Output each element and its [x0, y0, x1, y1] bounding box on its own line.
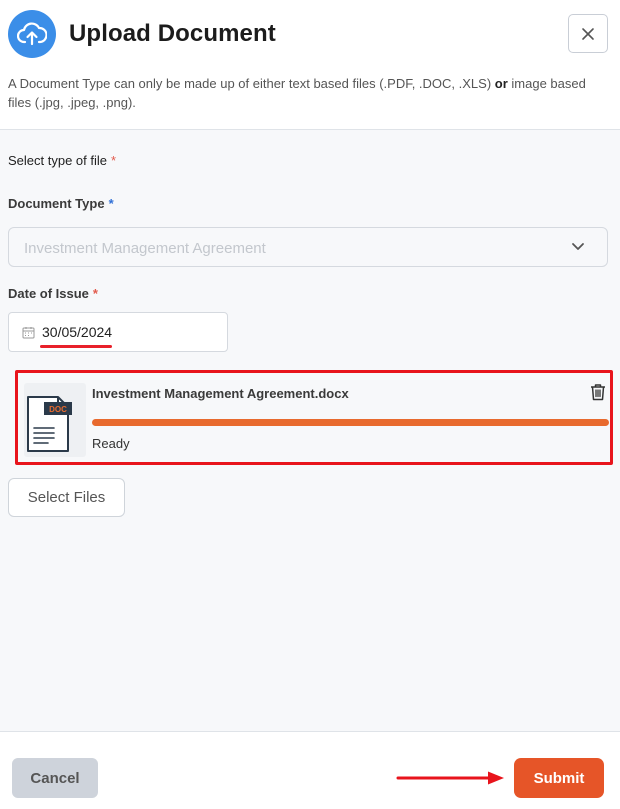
- cancel-button[interactable]: Cancel: [12, 758, 98, 798]
- close-button[interactable]: [568, 14, 608, 53]
- cloud-upload-icon: [8, 10, 56, 58]
- close-icon: [582, 27, 594, 40]
- upload-description: A Document Type can only be made up of e…: [8, 76, 586, 110]
- page-title: Upload Document: [69, 20, 276, 47]
- chevron-down-icon: [572, 243, 584, 250]
- file-type-label: Select type of file *: [8, 153, 117, 168]
- calendar-icon: [22, 327, 35, 339]
- date-of-issue-label: Date of Issue *: [8, 286, 98, 301]
- document-type-select[interactable]: Investment Management Agreement: [8, 227, 608, 267]
- date-value: 30/05/2024: [42, 324, 113, 340]
- doc-file-icon: DOC: [24, 383, 86, 457]
- annotation-arrow-icon: [396, 771, 504, 785]
- modal-footer: Cancel Submit: [0, 731, 620, 809]
- submit-button[interactable]: Submit: [514, 758, 604, 798]
- doc-badge: DOC: [49, 405, 67, 414]
- upload-progress-bar: [92, 419, 609, 426]
- annotation-underline: [40, 345, 112, 348]
- uploaded-file-card: DOC Investment Management Agreement.docx…: [15, 370, 613, 465]
- modal-header: Upload Document A Document Type can only…: [0, 0, 620, 130]
- document-type-value: Investment Management Agreement: [24, 240, 266, 257]
- document-type-label: Document Type *: [8, 196, 114, 211]
- file-name: Investment Management Agreement.docx: [92, 386, 349, 401]
- select-files-button[interactable]: Select Files: [8, 478, 125, 517]
- trash-icon[interactable]: [590, 383, 606, 401]
- file-status: Ready: [92, 436, 130, 451]
